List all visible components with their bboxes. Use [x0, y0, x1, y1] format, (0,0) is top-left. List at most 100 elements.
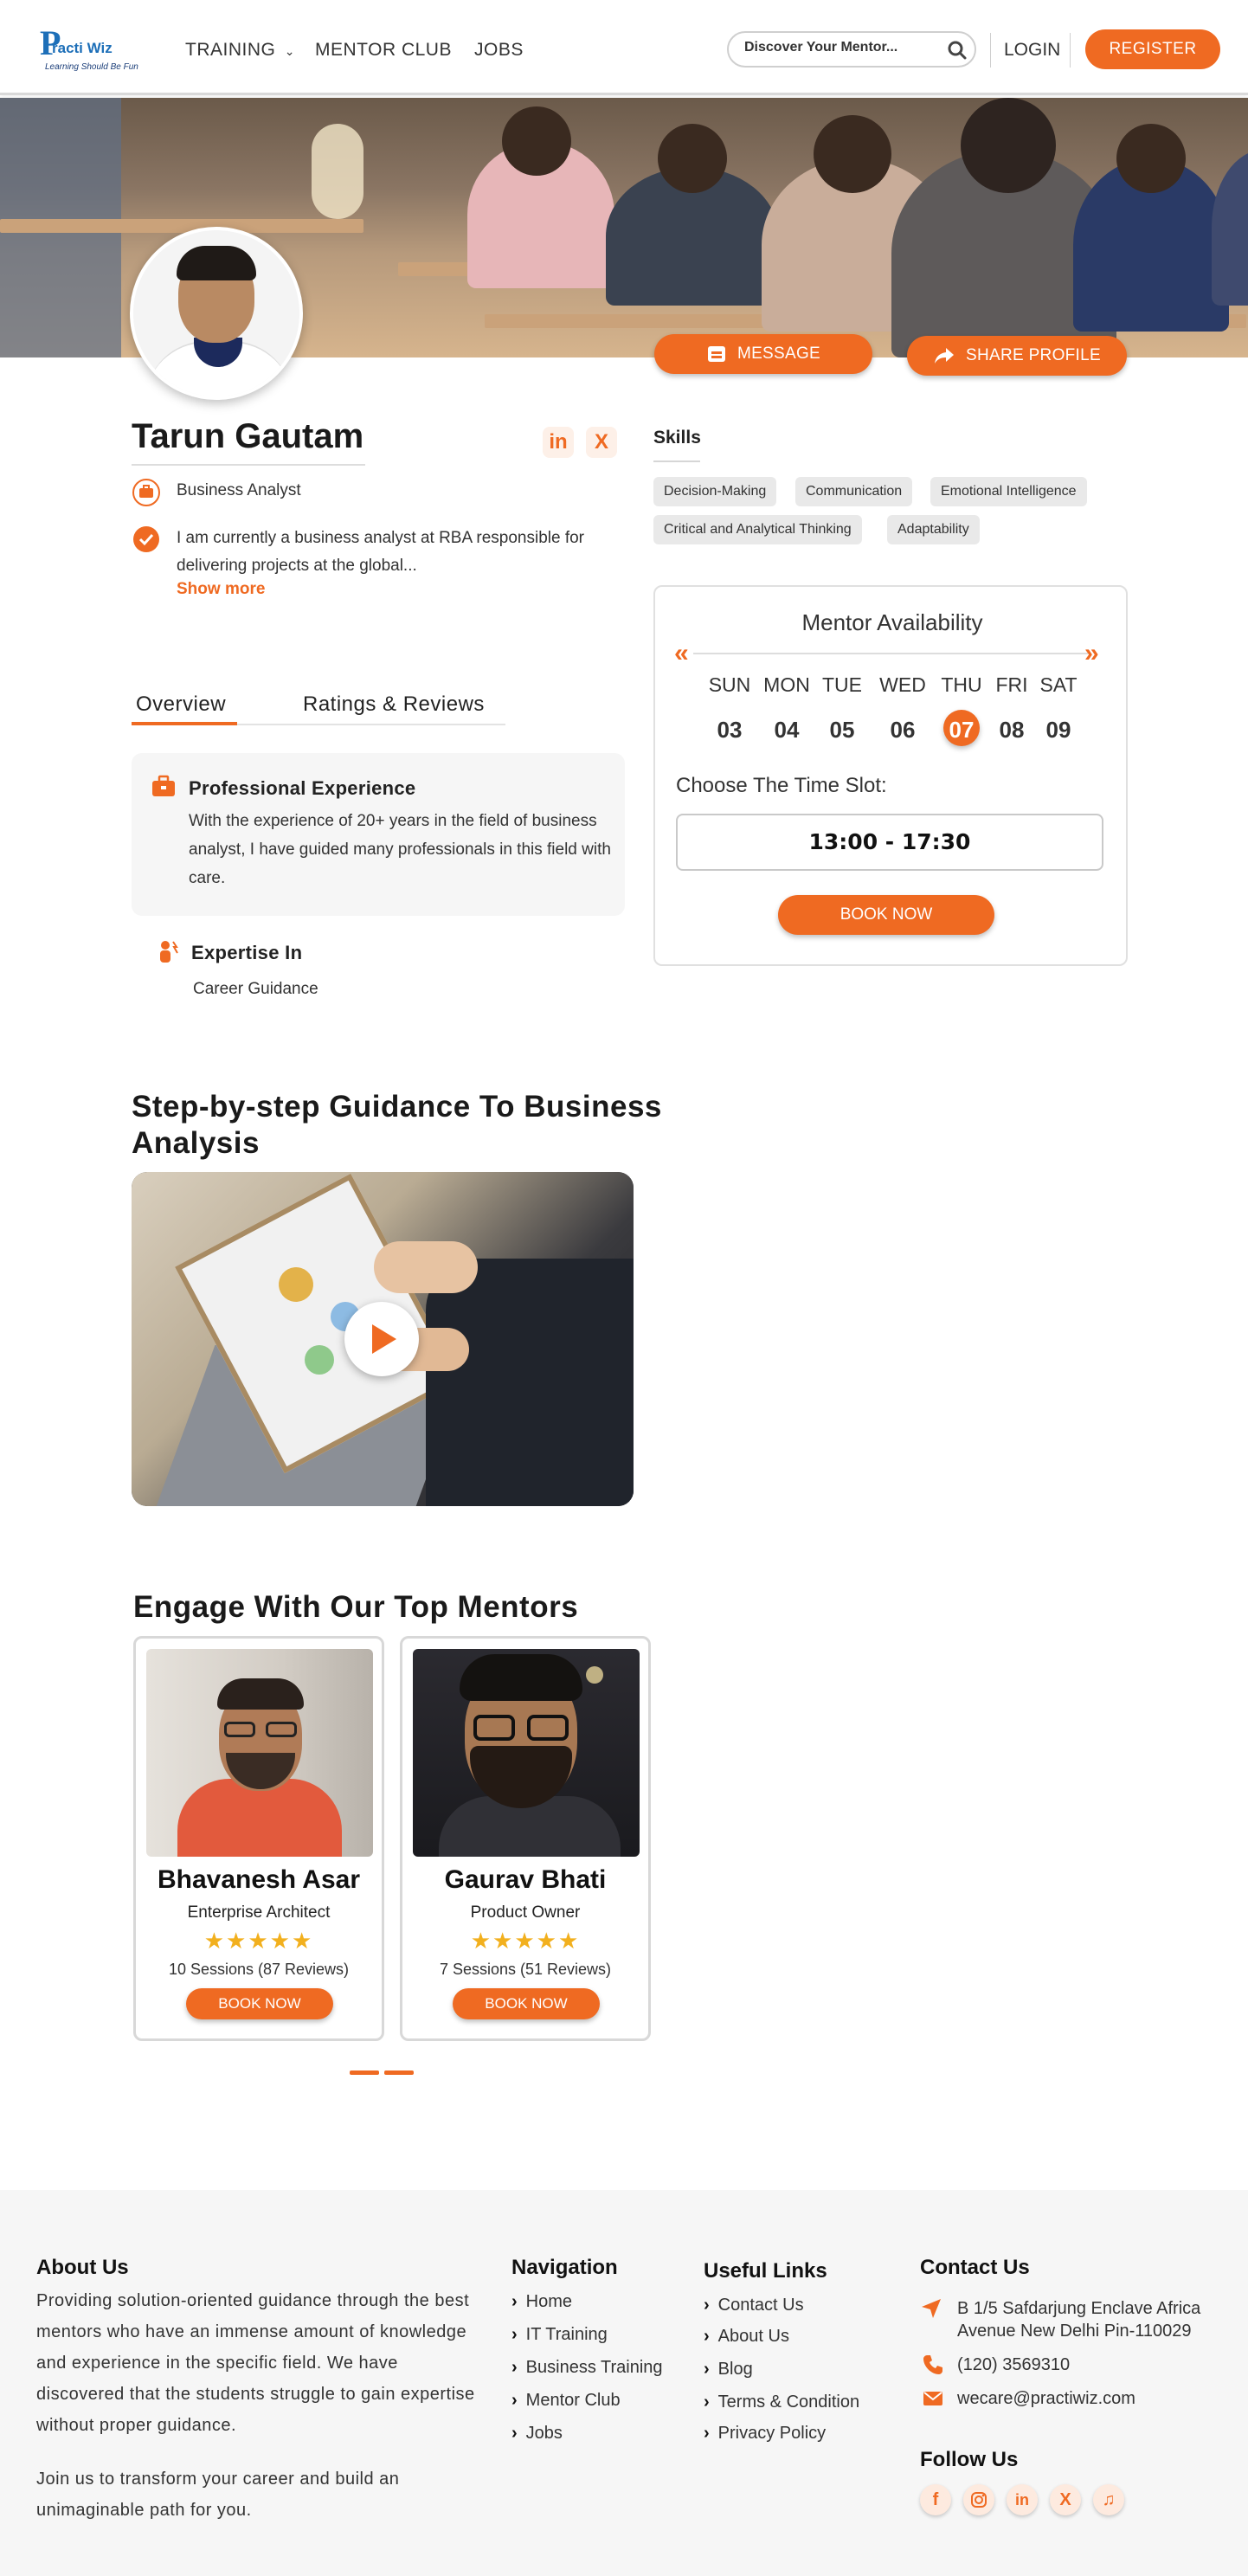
- date-06[interactable]: 06: [877, 712, 929, 748]
- mentor-card-name: Bhavanesh Asar: [158, 1865, 360, 1894]
- date-07-selected[interactable]: 07: [936, 712, 987, 748]
- mentors-section-title: Engage With Our Top Mentors: [133, 1590, 579, 1624]
- day-label: MON: [763, 673, 810, 696]
- mentor-card-role: Product Owner: [470, 1903, 581, 1922]
- guidance-video[interactable]: [132, 1172, 634, 1506]
- chevrons-right-icon[interactable]: »: [1084, 639, 1099, 668]
- location-arrow-icon: [922, 2299, 941, 2318]
- footer-link-it-training[interactable]: › IT Training: [511, 2325, 608, 2345]
- tab-ratings-reviews[interactable]: Ratings & Reviews: [303, 692, 485, 717]
- rating-stars-icon: ★★★★★: [470, 1928, 581, 1954]
- header-divider: [1070, 33, 1071, 68]
- footer-link-jobs[interactable]: › Jobs: [511, 2424, 563, 2444]
- tab-active-indicator: [132, 722, 237, 725]
- footer-link-privacy[interactable]: › Privacy Policy: [704, 2424, 826, 2444]
- phone-icon: [923, 2355, 942, 2374]
- tiktok-icon[interactable]: ♫: [1093, 2484, 1124, 2515]
- book-now-button[interactable]: BOOK NOW: [778, 895, 994, 935]
- footer-link-business-training[interactable]: › Business Training: [511, 2358, 663, 2378]
- nav-training[interactable]: TRAINING ⌄: [185, 40, 295, 61]
- skill-chip: Communication: [795, 477, 913, 506]
- play-button[interactable]: [344, 1302, 419, 1376]
- linkedin-icon[interactable]: in: [543, 427, 574, 458]
- date-04[interactable]: 04: [761, 712, 813, 748]
- footer-phone[interactable]: (120) 3569310: [957, 2354, 1070, 2376]
- mentor-card[interactable]: Bhavanesh Asar Enterprise Architect ★★★★…: [133, 1636, 384, 2041]
- chevron-right-icon: ›: [511, 2391, 518, 2410]
- email-icon: [923, 2392, 942, 2405]
- mentor-role: Business Analyst: [177, 481, 301, 499]
- message-button[interactable]: MESSAGE: [654, 334, 872, 374]
- x-twitter-icon[interactable]: X: [586, 427, 617, 458]
- chevron-right-icon: ›: [511, 2424, 518, 2443]
- mentor-bio: I am currently a business analyst at RBA…: [177, 529, 585, 575]
- mentor-book-now-button[interactable]: BOOK NOW: [186, 1988, 333, 2019]
- mentor-name: Tarun Gautam: [132, 417, 364, 455]
- practiwiz-logo[interactable]: P racti Wiz Learning Should Be Fun: [40, 23, 144, 78]
- nav-mentor-club[interactable]: MENTOR CLUB: [315, 40, 452, 61]
- search-input[interactable]: [744, 40, 935, 55]
- date-03[interactable]: 03: [704, 712, 756, 748]
- chevron-right-icon: ›: [704, 2327, 710, 2346]
- time-slot-option[interactable]: 13:00 - 17:30: [676, 814, 1103, 871]
- share-profile-button[interactable]: SHARE PROFILE: [907, 336, 1127, 376]
- login-button[interactable]: LOGIN: [1004, 40, 1060, 61]
- header-divider: [990, 33, 991, 68]
- skill-chip: Adaptability: [887, 515, 980, 544]
- footer-email[interactable]: wecare@practiwiz.com: [957, 2387, 1135, 2410]
- mentor-card[interactable]: Gaurav Bhati Product Owner ★★★★★ 7 Sessi…: [400, 1636, 651, 2041]
- day-label: TUE: [822, 673, 862, 696]
- date-09[interactable]: 09: [1032, 712, 1084, 748]
- mentor-card-name: Gaurav Bhati: [444, 1865, 607, 1894]
- experience-text: With the experience of 20+ years in the …: [189, 812, 611, 887]
- mentor-card-sessions: 10 Sessions (87 Reviews): [168, 1961, 350, 1978]
- footer-link-home[interactable]: › Home: [511, 2292, 572, 2312]
- x-icon[interactable]: X: [1050, 2484, 1081, 2515]
- footer-link-contact-us[interactable]: › Contact Us: [704, 2296, 804, 2315]
- date-08[interactable]: 08: [986, 712, 1038, 748]
- mentor-book-now-button[interactable]: BOOK NOW: [453, 1988, 600, 2019]
- rating-stars-icon: ★★★★★: [203, 1928, 314, 1954]
- carousel-indicator[interactable]: [350, 2070, 379, 2075]
- expertise-icon: [160, 941, 178, 963]
- linkedin-icon[interactable]: in: [1007, 2484, 1038, 2515]
- nav-jobs[interactable]: JOBS: [474, 40, 524, 61]
- footer-link-blog[interactable]: › Blog: [704, 2360, 753, 2380]
- skills-underline: [653, 460, 700, 462]
- instagram-icon[interactable]: [963, 2484, 994, 2515]
- chevrons-left-icon[interactable]: «: [674, 639, 689, 668]
- carousel-indicator[interactable]: [384, 2070, 414, 2075]
- search-bar: [727, 31, 976, 68]
- chevron-right-icon: ›: [511, 2292, 518, 2311]
- day-label: THU: [941, 673, 982, 696]
- footer-address: B 1/5 Safdarjung Enclave Africa Avenue N…: [957, 2299, 1201, 2341]
- chevron-right-icon: ›: [511, 2325, 518, 2344]
- check-circle-icon: [133, 526, 159, 552]
- footer-link-terms[interactable]: › Terms & Condition: [704, 2392, 859, 2412]
- facebook-icon[interactable]: f: [920, 2484, 951, 2515]
- chevron-right-icon: ›: [704, 2296, 710, 2315]
- message-icon: [707, 345, 725, 362]
- mentor-card-sessions: 7 Sessions (51 Reviews): [439, 1961, 612, 1978]
- footer-link-about-us[interactable]: › About Us: [704, 2327, 789, 2347]
- chevron-right-icon: ›: [704, 2360, 710, 2379]
- tab-overview[interactable]: Overview: [136, 692, 226, 717]
- mentor-availability-card: Mentor Availability « » SUN MON TUE WED …: [653, 585, 1128, 966]
- skill-chip: Critical and Analytical Thinking: [653, 515, 862, 544]
- date-05[interactable]: 05: [816, 712, 868, 748]
- day-label: SUN: [708, 673, 751, 696]
- professional-experience-card: Professional Experience With the experie…: [132, 753, 625, 916]
- mentor-photo: [413, 1649, 640, 1857]
- site-header: P racti Wiz Learning Should Be Fun TRAIN…: [0, 0, 1248, 95]
- footer-contact-title: Contact Us: [920, 2256, 1030, 2279]
- footer-link-mentor-club[interactable]: › Mentor Club: [511, 2391, 621, 2411]
- skills-title: Skills: [653, 428, 701, 448]
- footer-about-text-2: Join us to transform your career and bui…: [36, 2470, 400, 2520]
- chevron-down-icon: ⌄: [284, 44, 295, 58]
- register-button[interactable]: REGISTER: [1085, 29, 1220, 69]
- share-icon: [935, 347, 955, 364]
- time-slot-label: Choose The Time Slot:: [676, 774, 887, 797]
- show-more-link[interactable]: Show more: [177, 580, 265, 599]
- search-icon[interactable]: [947, 40, 968, 61]
- briefcase-icon: [152, 775, 175, 796]
